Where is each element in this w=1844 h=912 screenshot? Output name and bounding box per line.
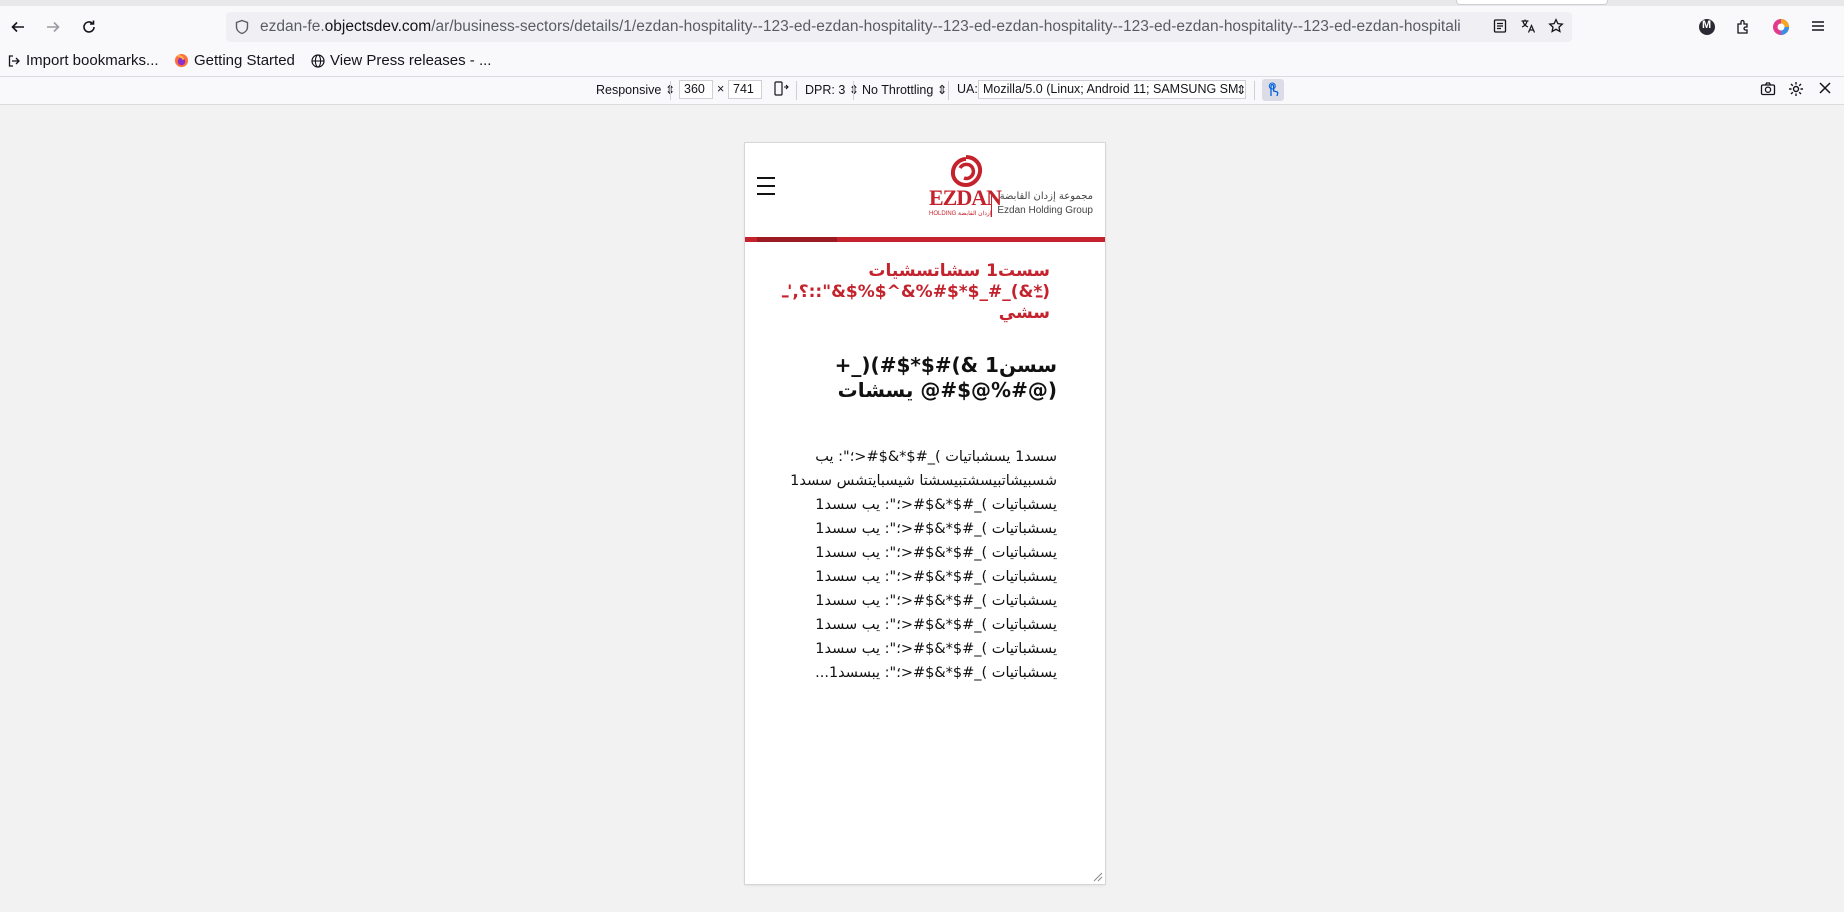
camera-icon bbox=[1760, 82, 1776, 96]
account-initial: M bbox=[1702, 19, 1712, 31]
updown-icon: ⇕ bbox=[848, 83, 860, 97]
forward-arrow-icon bbox=[47, 21, 60, 33]
logo-subtext: HOLDING إزدان القابضة bbox=[929, 211, 992, 217]
site-header: EZDAN HOLDING إزدان القابضة مجموعة إزدان… bbox=[745, 143, 1105, 242]
close-rdm-button[interactable] bbox=[1818, 81, 1832, 98]
gear-icon bbox=[1789, 82, 1803, 96]
hamburger-menu-icon[interactable] bbox=[757, 177, 775, 195]
bookmark-star-icon[interactable] bbox=[1548, 18, 1564, 34]
viewport-width-input[interactable]: 360 bbox=[679, 80, 713, 99]
separator bbox=[853, 81, 854, 100]
description-text: سسد1 يسشباتيات )_#$*&$#<؛": يب شسبيشاتبي… bbox=[790, 449, 1057, 681]
dpr-selector[interactable]: DPR: 3 ⇕ bbox=[805, 82, 859, 97]
separator bbox=[1254, 81, 1255, 100]
globe-icon bbox=[311, 53, 325, 68]
separator bbox=[670, 81, 671, 100]
url-path: /ar/business-sectors/details/1/ezdan-hos… bbox=[431, 18, 1461, 35]
close-icon bbox=[1819, 82, 1831, 94]
header-accent-bar bbox=[757, 237, 837, 242]
menu-icon bbox=[1812, 21, 1824, 31]
ua-dropdown-icon[interactable]: ⇕ bbox=[1236, 82, 1246, 97]
navigation-toolbar: ezdan-fe.objectsdev.com/ar/business-sect… bbox=[0, 6, 1844, 48]
touch-icon bbox=[1268, 82, 1279, 97]
ua-value: Mozilla/5.0 (Linux; Android 11; SAMSUNG … bbox=[983, 82, 1239, 96]
viewport-height-input[interactable]: 741 bbox=[728, 80, 762, 99]
bookmarks-bar: Import bookmarks... Getting Started View… bbox=[0, 48, 1844, 77]
rotate-device-icon bbox=[774, 81, 789, 96]
ezdan-emblem-icon bbox=[950, 155, 983, 188]
updown-icon: ⇕ bbox=[936, 83, 948, 97]
device-viewport: EZDAN HOLDING إزدان القابضة مجموعة إزدان… bbox=[745, 143, 1105, 884]
page-title: سسن1 &)#$*$#)(_+(@#%@$#@ يسشات bbox=[834, 353, 1057, 402]
user-agent-input[interactable]: Mozilla/5.0 (Linux; Android 11; SAMSUNG … bbox=[978, 80, 1246, 99]
back-button[interactable] bbox=[3, 12, 33, 42]
sector-subtitle: سست1 سشاتسشيات (*&)_#_$*$#%&^$%$&"::؟,' … bbox=[787, 261, 1050, 323]
bookmark-label: Getting Started bbox=[194, 52, 295, 69]
ezdan-logo[interactable]: EZDAN HOLDING إزدان القابضة مجموعة إزدان… bbox=[927, 155, 1097, 219]
app-menu-button[interactable] bbox=[1810, 18, 1826, 34]
responsive-design-toolbar: Responsive ⇕ 360 × 741 DPR: 3 ⇕ No Throt… bbox=[0, 77, 1844, 105]
rotate-button[interactable] bbox=[772, 80, 790, 101]
reload-icon bbox=[83, 20, 95, 33]
reader-view-icon[interactable] bbox=[1492, 18, 1508, 34]
import-icon bbox=[8, 54, 20, 67]
shield-icon[interactable] bbox=[234, 19, 250, 35]
reload-button[interactable] bbox=[74, 12, 104, 42]
puzzle-icon bbox=[1737, 19, 1748, 34]
screenshot-button[interactable] bbox=[1760, 81, 1776, 100]
device-selector[interactable]: Responsive ⇕ bbox=[596, 82, 675, 97]
device-label: Responsive bbox=[596, 83, 662, 97]
url-domain: objectsdev.com bbox=[324, 18, 432, 35]
resize-handle-icon[interactable] bbox=[1091, 870, 1103, 882]
bookmark-press-releases[interactable]: View Press releases - ... bbox=[311, 52, 491, 69]
ua-label: UA: bbox=[957, 82, 978, 96]
bookmark-import[interactable]: Import bookmarks... bbox=[7, 52, 159, 69]
touch-simulation-button[interactable] bbox=[1262, 79, 1284, 101]
url-text[interactable]: ezdan-fe.objectsdev.com/ar/business-sect… bbox=[260, 12, 1490, 42]
url-bar[interactable]: ezdan-fe.objectsdev.com/ar/business-sect… bbox=[226, 12, 1572, 42]
translate-icon[interactable] bbox=[1520, 18, 1536, 34]
color-wheel-icon bbox=[1773, 19, 1789, 35]
forward-button[interactable] bbox=[38, 12, 68, 42]
logo-divider bbox=[991, 191, 992, 217]
dimension-times: × bbox=[717, 82, 725, 96]
settings-button[interactable] bbox=[1788, 81, 1804, 100]
separator bbox=[948, 81, 949, 100]
throttling-label: No Throttling bbox=[862, 83, 934, 97]
bookmark-label: Import bookmarks... bbox=[26, 52, 159, 69]
logo-english-name: Ezdan Holding Group bbox=[997, 205, 1093, 216]
extensions-button[interactable] bbox=[1735, 18, 1753, 36]
tab-stub[interactable] bbox=[1456, 0, 1608, 5]
separator bbox=[796, 81, 797, 100]
bookmark-label: View Press releases - ... bbox=[330, 52, 492, 69]
url-prefix: ezdan-fe. bbox=[260, 18, 325, 35]
dpr-label: DPR: 3 bbox=[805, 83, 846, 97]
firefox-icon bbox=[174, 53, 189, 68]
bookmark-getting-started[interactable]: Getting Started bbox=[174, 52, 295, 69]
account-avatar[interactable]: M bbox=[1698, 18, 1716, 36]
back-arrow-icon bbox=[11, 21, 24, 33]
throttling-selector[interactable]: No Throttling ⇕ bbox=[862, 82, 947, 97]
logo-arabic-name: مجموعة إزدان القابضة bbox=[999, 191, 1093, 202]
color-extension-button[interactable] bbox=[1772, 18, 1790, 36]
